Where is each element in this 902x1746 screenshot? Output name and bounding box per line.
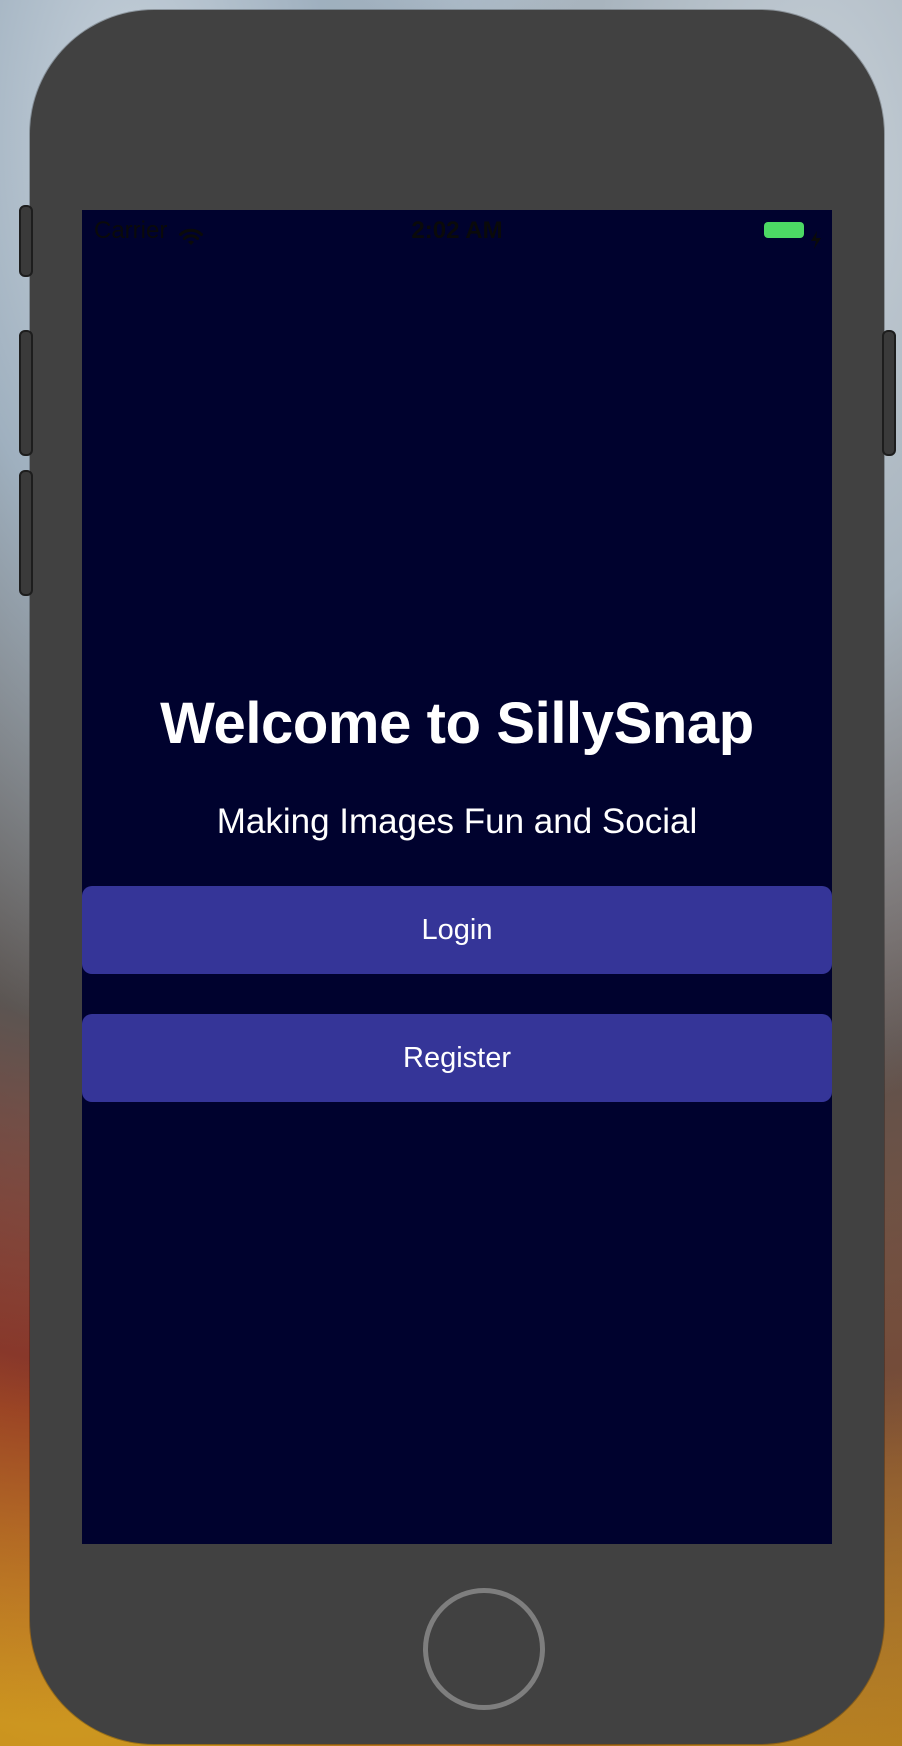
power-button[interactable] bbox=[882, 330, 896, 456]
mute-switch[interactable] bbox=[19, 205, 33, 277]
home-button[interactable] bbox=[423, 1588, 545, 1710]
volume-up-button[interactable] bbox=[19, 330, 33, 456]
register-button[interactable]: Register bbox=[82, 1014, 832, 1102]
charging-bolt-icon bbox=[810, 221, 822, 249]
status-time: 2:02 AM bbox=[411, 217, 503, 244]
login-button[interactable]: Login bbox=[82, 886, 832, 974]
volume-down-button[interactable] bbox=[19, 470, 33, 596]
battery-icon bbox=[764, 222, 804, 238]
welcome-title: Welcome to SillySnap bbox=[160, 691, 754, 756]
welcome-subtitle: Making Images Fun and Social bbox=[216, 802, 698, 841]
battery-area bbox=[764, 221, 822, 249]
status-bar: Carrier 2:02 AM bbox=[82, 210, 832, 252]
app-screen: Carrier 2:02 AM Welcome to SillySnap Mak… bbox=[82, 210, 832, 1544]
